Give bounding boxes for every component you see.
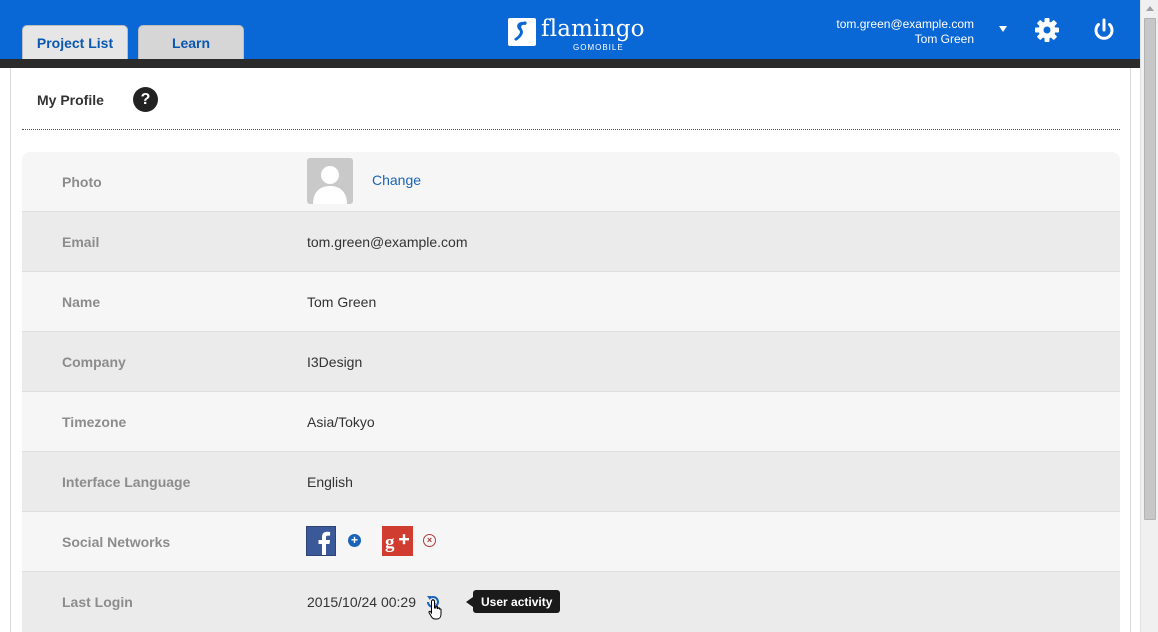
social-networks-label: Social Networks xyxy=(62,534,171,550)
last-login-label: Last Login xyxy=(62,594,133,610)
profile-row-social: Social Networks + g × xyxy=(22,512,1120,572)
timezone-label: Timezone xyxy=(62,414,127,430)
scroll-up-arrow-icon[interactable] xyxy=(1146,6,1154,11)
company-label: Company xyxy=(62,354,126,370)
profile-row-photo: Photo Change xyxy=(22,152,1120,212)
svg-text:g: g xyxy=(385,532,395,553)
user-activity-tooltip: User activity xyxy=(473,590,561,613)
flamingo-bird-icon xyxy=(508,18,536,46)
profile-row-language: Interface Language English xyxy=(22,452,1120,512)
flamingo-logo[interactable]: flamingo GOMOBILE xyxy=(508,16,645,54)
profile-table: Photo Change Email tom.green@example.com… xyxy=(22,152,1120,632)
tab-learn[interactable]: Learn xyxy=(138,25,244,59)
logo-text: flamingo xyxy=(541,16,645,42)
profile-row-name: Name Tom Green xyxy=(22,272,1120,332)
language-value[interactable]: English xyxy=(307,452,353,512)
gear-icon[interactable] xyxy=(1032,15,1062,45)
add-facebook-icon[interactable]: + xyxy=(348,534,361,547)
user-email: tom.green@example.com xyxy=(836,17,974,31)
profile-row-company: Company I3Design xyxy=(22,332,1120,392)
hand-pointer-cursor-icon xyxy=(428,599,444,621)
last-login-value: 2015/10/24 00:29 xyxy=(307,594,416,610)
tab-label: Project List xyxy=(36,34,114,51)
profile-row-timezone: Timezone Asia/Tokyo xyxy=(22,392,1120,452)
google-plus-icon: g xyxy=(382,526,413,556)
change-photo-link[interactable]: Change xyxy=(372,152,421,208)
caret-down-icon[interactable] xyxy=(999,26,1007,32)
header-divider-bar xyxy=(0,59,1140,68)
user-name: Tom Green xyxy=(914,32,974,46)
scrollbar-thumb[interactable] xyxy=(1144,18,1156,520)
company-value[interactable]: I3Design xyxy=(307,332,362,392)
name-label: Name xyxy=(62,294,101,310)
profile-row-email: Email tom.green@example.com xyxy=(22,212,1120,272)
logo-subtext: GOMOBILE xyxy=(573,43,624,52)
vertical-scrollbar[interactable] xyxy=(1140,0,1158,632)
tooltip-arrow xyxy=(466,597,473,607)
profile-row-last-login: Last Login 2015/10/24 00:29 User activit… xyxy=(22,572,1120,632)
facebook-icon xyxy=(306,526,336,556)
photo-label: Photo xyxy=(62,174,102,190)
language-label: Interface Language xyxy=(62,474,191,490)
title-divider xyxy=(22,129,1120,130)
name-value[interactable]: Tom Green xyxy=(307,272,376,332)
power-icon[interactable] xyxy=(1089,15,1119,45)
remove-google-plus-icon[interactable]: × xyxy=(423,534,436,547)
avatar xyxy=(307,158,353,204)
top-header-bar: Project List Learn flamingo GOMOBILE tom… xyxy=(0,0,1140,59)
page-title: My Profile xyxy=(37,92,104,108)
email-label: Email xyxy=(62,234,100,250)
user-menu[interactable]: tom.green@example.com Tom Green xyxy=(836,17,974,47)
email-value[interactable]: tom.green@example.com xyxy=(307,212,468,272)
tab-label: Learn xyxy=(171,34,211,51)
tab-project-list[interactable]: Project List xyxy=(22,25,128,59)
timezone-value[interactable]: Asia/Tokyo xyxy=(307,392,375,452)
help-icon[interactable]: ? xyxy=(133,87,158,112)
